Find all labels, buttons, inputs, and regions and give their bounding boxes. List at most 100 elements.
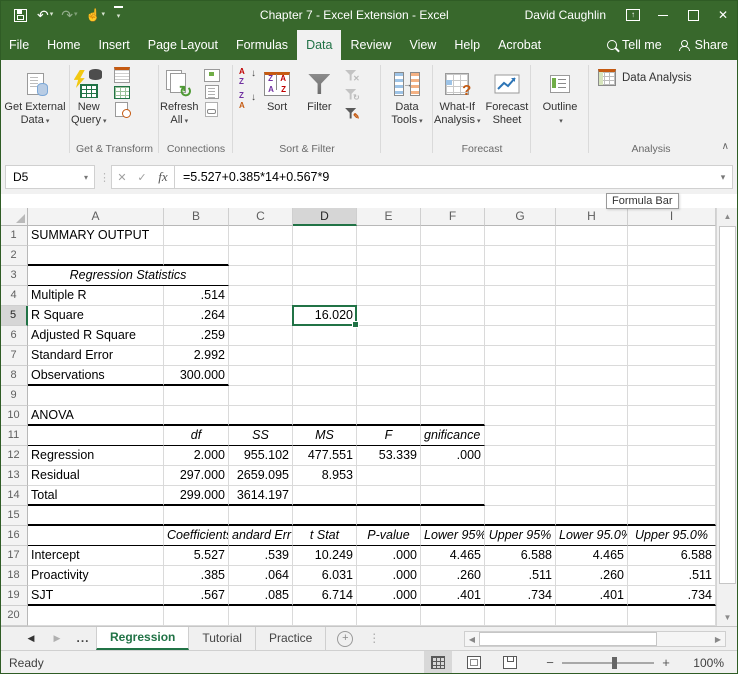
cell-A16[interactable] [28, 526, 164, 546]
cell-I17[interactable]: 6.588 [628, 546, 716, 566]
cell-C1[interactable] [229, 226, 293, 246]
cell-E3[interactable] [357, 266, 421, 286]
cell-A15[interactable] [28, 506, 164, 526]
cell-B11[interactable]: df [164, 426, 229, 446]
cell-I20[interactable] [628, 606, 716, 626]
maximize-icon[interactable] [678, 0, 708, 30]
cell-E10[interactable] [357, 406, 421, 426]
cell-H9[interactable] [556, 386, 628, 406]
cell-A18[interactable]: Proactivity [28, 566, 164, 586]
row-header-11[interactable]: 11 [0, 426, 28, 446]
row-header-13[interactable]: 13 [0, 466, 28, 486]
cell-F5[interactable] [421, 306, 485, 326]
cell-A4[interactable]: Multiple R [28, 286, 164, 306]
tab-view[interactable]: View [400, 30, 445, 60]
scroll-down-icon[interactable]: ▼ [720, 610, 735, 625]
cell-E15[interactable] [357, 506, 421, 526]
cell-G1[interactable] [485, 226, 556, 246]
cell-A14[interactable]: Total [28, 486, 164, 506]
cell-G20[interactable] [485, 606, 556, 626]
cell-H14[interactable] [556, 486, 628, 506]
forecast-sheet-button[interactable]: Forecast Sheet [486, 60, 529, 127]
cell-E20[interactable] [357, 606, 421, 626]
cell-F8[interactable] [421, 366, 485, 386]
cell-H13[interactable] [556, 466, 628, 486]
cell-I5[interactable] [628, 306, 716, 326]
cell-H3[interactable] [556, 266, 628, 286]
name-box[interactable]: D5 ▾ [5, 165, 95, 189]
sheet-tab-practice[interactable]: Practice [256, 627, 326, 650]
row-header-3[interactable]: 3 [0, 266, 28, 286]
cell-H11[interactable] [556, 426, 628, 446]
undo-icon[interactable]: ↶▾ [37, 8, 53, 22]
cell-F13[interactable] [421, 466, 485, 486]
sort-button[interactable]: ZAAZ Sort [264, 60, 290, 114]
tab-file[interactable]: File [0, 30, 38, 60]
cell-A20[interactable] [28, 606, 164, 626]
column-header-D[interactable]: D [293, 208, 357, 226]
select-all-corner[interactable] [0, 208, 28, 226]
cell-G7[interactable] [485, 346, 556, 366]
row-header-19[interactable]: 19 [0, 586, 28, 606]
cell-C5[interactable] [229, 306, 293, 326]
cell-B16[interactable]: Coefficients [164, 526, 229, 546]
get-external-data-button[interactable]: Get External Data▾ [2, 60, 68, 128]
row-header-4[interactable]: 4 [0, 286, 28, 306]
redo-icon[interactable]: ↷▾ [61, 8, 77, 22]
cell-F14[interactable] [421, 486, 485, 506]
cell-B4[interactable]: .514 [164, 286, 229, 306]
cell-D5[interactable]: 16.020 [293, 306, 357, 326]
cell-G19[interactable]: .734 [485, 586, 556, 606]
tell-me-box[interactable]: Tell me [607, 38, 662, 52]
close-icon[interactable]: ✕ [708, 0, 738, 30]
cell-H2[interactable] [556, 246, 628, 266]
cell-F19[interactable]: .401 [421, 586, 485, 606]
row-header-10[interactable]: 10 [0, 406, 28, 426]
cell-B19[interactable]: .567 [164, 586, 229, 606]
expand-formula-bar-icon[interactable]: ▾ [714, 172, 732, 183]
cancel-icon[interactable]: ✕ [112, 171, 132, 184]
cell-C17[interactable]: .539 [229, 546, 293, 566]
next-sheet-icon[interactable]: ▶ [44, 627, 70, 650]
column-header-F[interactable]: F [421, 208, 485, 226]
cell-I4[interactable] [628, 286, 716, 306]
cell-E18[interactable]: .000 [357, 566, 421, 586]
cell-D16[interactable]: t Stat [293, 526, 357, 546]
what-if-analysis-button[interactable]: What-If Analysis▾ [434, 60, 480, 128]
cell-B15[interactable] [164, 506, 229, 526]
cell-H6[interactable] [556, 326, 628, 346]
cell-D6[interactable] [293, 326, 357, 346]
cell-E19[interactable]: .000 [357, 586, 421, 606]
cell-I1[interactable] [628, 226, 716, 246]
horizontal-scrollbar[interactable]: ◀ ▶ [464, 631, 726, 647]
cell-H16[interactable]: Lower 95.0% [556, 526, 628, 546]
sheet-tab-regression[interactable]: Regression [96, 627, 189, 650]
name-box-dropdown-icon[interactable]: ▾ [78, 173, 94, 182]
cell-C14[interactable]: 3614.197 [229, 486, 293, 506]
collapse-ribbon-icon[interactable]: ∧ [722, 141, 729, 152]
cell-I19[interactable]: .734 [628, 586, 716, 606]
cell-E5[interactable] [357, 306, 421, 326]
cell-E11[interactable]: F [357, 426, 421, 446]
prev-sheet-icon[interactable]: ◀ [18, 627, 44, 650]
filter-button[interactable]: Filter [307, 60, 331, 114]
row-header-5[interactable]: 5 [0, 306, 28, 326]
row-header-6[interactable]: 6 [0, 326, 28, 346]
cell-D14[interactable] [293, 486, 357, 506]
row-header-15[interactable]: 15 [0, 506, 28, 526]
tab-home[interactable]: Home [38, 30, 89, 60]
cell-C6[interactable] [229, 326, 293, 346]
cell-D10[interactable] [293, 406, 357, 426]
cell-I11[interactable] [628, 426, 716, 446]
cell-C10[interactable] [229, 406, 293, 426]
cell-H20[interactable] [556, 606, 628, 626]
scroll-up-icon[interactable]: ▲ [720, 209, 735, 224]
show-queries-icon[interactable] [114, 68, 130, 82]
horizontal-scroll-thumb[interactable] [479, 632, 657, 646]
cell-G14[interactable] [485, 486, 556, 506]
cell-B12[interactable]: 2.000 [164, 446, 229, 466]
cell-F3[interactable] [421, 266, 485, 286]
cell-E9[interactable] [357, 386, 421, 406]
new-sheet-button[interactable]: + [326, 627, 364, 650]
insert-function-icon[interactable]: fx [152, 169, 174, 185]
